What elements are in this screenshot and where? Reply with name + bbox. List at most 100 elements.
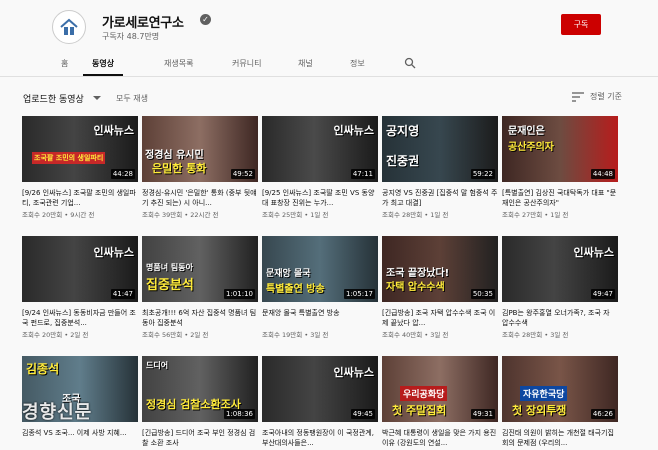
- video-title[interactable]: [9/26 인싸뉴스] 조국팔 조민의 생일파티, 조국관련 기업...: [22, 188, 138, 208]
- thumbnail-caption: 문재앙 몰국: [266, 269, 311, 279]
- video-card[interactable]: 인싸뉴스 49:47 김PB는 왕주홍열 오너가족?, 조국 자 압수수색 조회…: [502, 236, 618, 339]
- video-duration: 49:31: [470, 409, 495, 419]
- tab-channels[interactable]: 채널: [298, 58, 313, 69]
- thumbnail-subcaption: 특별출연 방송: [266, 284, 325, 295]
- video-duration: 49:47: [590, 289, 615, 299]
- video-title[interactable]: 김진태 의원이 밝히는 개천절 태극기집회의 문제점 (우리의...: [502, 428, 618, 448]
- sort-button[interactable]: 정렬 기준: [590, 91, 622, 102]
- video-duration: 1:08:36: [224, 409, 255, 419]
- channel-logo-icon: [60, 18, 78, 35]
- channel-avatar[interactable]: [52, 10, 86, 44]
- video-thumbnail[interactable]: 드디어 정경심 검찰소환조사 1:08:36: [142, 356, 258, 422]
- video-duration: 1:01:10: [224, 289, 255, 299]
- tab-home[interactable]: 홈: [61, 58, 68, 69]
- thumbnail-caption: 인싸뉴스: [93, 124, 134, 137]
- thumbnail-subcaption: 조국팔 조민의 생일파티: [32, 152, 106, 164]
- video-title[interactable]: [특별출연] 김상진 국대탁독가 대표 "문재인은 공산주의자": [502, 188, 618, 208]
- video-card[interactable]: 문재인은 공산주의자 44:48 [특별출연] 김상진 국대탁독가 대표 "문재…: [502, 116, 618, 219]
- video-card[interactable]: 조국 끝장났다! 자택 압수수색 50:35 [긴급방송] 조국 자택 압수수색…: [382, 236, 498, 339]
- thumbnail-subcaption: 진중권: [386, 154, 420, 168]
- video-thumbnail[interactable]: 문재인은 공산주의자 44:48: [502, 116, 618, 182]
- video-thumbnail[interactable]: 정경심 유시민 은밀한 통화 49:52: [142, 116, 258, 182]
- video-thumbnail[interactable]: 공지영 진중권 59:22: [382, 116, 498, 182]
- video-thumbnail[interactable]: 인싸뉴스 49:47: [502, 236, 618, 302]
- tab-about[interactable]: 정보: [350, 58, 365, 69]
- subscribe-button[interactable]: 구독: [561, 14, 601, 35]
- video-thumbnail[interactable]: 조국 끝장났다! 자택 압수수색 50:35: [382, 236, 498, 302]
- video-title[interactable]: 박근혜 대통령이 생일을 맞은 가지 용진 이유 (강원도의 연설...: [382, 428, 498, 448]
- video-meta: 조회수 28만회 • 3일 전: [502, 331, 569, 339]
- video-card[interactable]: 자유한국당 첫 장외투쟁 46:26 김진태 의원이 밝히는 개천절 태극기집회…: [502, 356, 618, 448]
- video-title[interactable]: 조국아내의 정동팽원장이 이 국정관계, 부산대의사들은...: [262, 428, 378, 448]
- video-meta: 조회수 27만회 • 1일 전: [502, 211, 569, 219]
- video-title[interactable]: [긴급방송] 조국 자택 압수수색 조국 이제 끝났다 압...: [382, 308, 498, 328]
- video-thumbnail[interactable]: 인싸뉴스 47:11: [262, 116, 378, 182]
- video-title[interactable]: 최초공개!!! 6억 자산 집중석 명품녀 팀동아 집중분석: [142, 308, 258, 328]
- video-title[interactable]: [긴급방송] 드디어 조국 부인 정경심 검찰 소환 조사: [142, 428, 258, 448]
- video-meta: 조회수 28만회 • 1일 전: [382, 211, 449, 219]
- uploaded-videos-dropdown[interactable]: 업로드한 동영상: [23, 92, 84, 105]
- video-duration: 44:48: [590, 169, 615, 179]
- video-meta: 조회수 39만회 • 22시간 전: [142, 211, 219, 219]
- video-title[interactable]: 공지영 VS 진중권 [집중석 말 험중석 주가 최고 대결]: [382, 188, 498, 208]
- thumbnail-caption: 조국 끝장났다!: [386, 268, 450, 279]
- video-title[interactable]: 김종석 VS 조국... 이제 사방 지혜...: [22, 428, 138, 448]
- video-duration: 49:45: [350, 409, 375, 419]
- video-title[interactable]: [9/25 인싸뉴스] 조국딸 조민 VS 동양대 표창장 진위는 누가...: [262, 188, 378, 208]
- video-meta: 조회수 20만회 • 9시간 전: [22, 211, 95, 219]
- video-title[interactable]: [9/24 인싸뉴스] 동동비자금 만들어 조국 펀드로, 집중분석...: [22, 308, 138, 328]
- thumbnail-caption: 우리공화당: [400, 386, 448, 401]
- video-duration: 1:05:17: [344, 289, 375, 299]
- video-thumbnail[interactable]: 우리공화당 첫 주말집회 49:31: [382, 356, 498, 422]
- thumbnail-caption: 인싸뉴스: [333, 124, 374, 137]
- video-meta: 조회수 25만회 • 1일 전: [262, 211, 329, 219]
- video-title[interactable]: 정경심-유시민 '은밀한' 통화 (중부 뒷얘기 추진 되는) 시 아니...: [142, 188, 258, 208]
- search-icon[interactable]: [404, 57, 416, 69]
- video-card[interactable]: 인싸뉴스 47:11 [9/25 인싸뉴스] 조국딸 조민 VS 동양대 표창장…: [262, 116, 378, 219]
- video-title[interactable]: 김PB는 왕주홍열 오너가족?, 조국 자 압수수색: [502, 308, 618, 328]
- thumbnail-subcaption: 자택 압수수색: [386, 282, 445, 293]
- video-card[interactable]: 정경심 유시민 은밀한 통화 49:52 정경심-유시민 '은밀한' 통화 (중…: [142, 116, 258, 219]
- video-duration: 44:28: [110, 169, 135, 179]
- sort-icon[interactable]: [572, 92, 584, 102]
- thumbnail-subcaption: 은밀한 통화: [152, 162, 207, 175]
- play-all-button[interactable]: 모두 재생: [116, 93, 148, 104]
- thumbnail-caption: 정경심 유시민: [145, 150, 204, 161]
- tab-playlists[interactable]: 재생목록: [164, 58, 193, 69]
- thumbnail-subcaption: 공산주의자: [508, 142, 554, 153]
- video-card[interactable]: 인싸뉴스 41:47 [9/24 인싸뉴스] 동동비자금 만들어 조국 펀드로,…: [22, 236, 138, 339]
- thumbnail-subcaption: 첫 장외투쟁: [512, 404, 567, 417]
- video-thumbnail[interactable]: 인싸뉴스 조국팔 조민의 생일파티 44:28: [22, 116, 138, 182]
- video-card[interactable]: 인싸뉴스 49:45 조국아내의 정동팽원장이 이 국정관계, 부산대의사들은.…: [262, 356, 378, 448]
- video-thumbnail[interactable]: 문재앙 몰국 특별출연 방송 1:05:17: [262, 236, 378, 302]
- active-tab-indicator: [83, 74, 123, 76]
- video-card[interactable]: 문재앙 몰국 특별출연 방송 1:05:17 문재앙 몰국 특별출연 방송 조회…: [262, 236, 378, 339]
- channel-tabs: 홈 동영상 재생목록 커뮤니티 채널 정보: [0, 50, 658, 77]
- video-duration: 50:35: [470, 289, 495, 299]
- video-card[interactable]: 인싸뉴스 조국팔 조민의 생일파티 44:28 [9/26 인싸뉴스] 조국팔 …: [22, 116, 138, 219]
- video-thumbnail[interactable]: 인싸뉴스 49:45: [262, 356, 378, 422]
- video-card[interactable]: 드디어 정경심 검찰소환조사 1:08:36 [긴급방송] 드디어 조국 부인 …: [142, 356, 258, 448]
- tab-community[interactable]: 커뮤니티: [232, 58, 261, 69]
- video-card[interactable]: 공지영 진중권 59:22 공지영 VS 진중권 [집중석 말 험중석 주가 최…: [382, 116, 498, 219]
- video-card[interactable]: 우리공화당 첫 주말집회 49:31 박근혜 대통령이 생일을 맞은 가지 용진…: [382, 356, 498, 448]
- thumbnail-caption: 김종석: [26, 362, 60, 376]
- tab-videos[interactable]: 동영상: [92, 58, 114, 69]
- video-thumbnail[interactable]: 인싸뉴스 41:47: [22, 236, 138, 302]
- video-thumbnail[interactable]: 명품녀 팀동아 집중분석 1:01:10: [142, 236, 258, 302]
- video-duration: 49:52: [230, 169, 255, 179]
- chevron-down-icon[interactable]: [93, 96, 101, 100]
- video-meta: 조회수 20만회 • 2일 전: [22, 331, 89, 339]
- video-card[interactable]: 명품녀 팀동아 집중분석 1:01:10 최초공개!!! 6억 자산 집중석 명…: [142, 236, 258, 339]
- thumbnail-subcaption: 집중분석: [146, 278, 194, 293]
- video-duration: 46:26: [590, 409, 615, 419]
- video-title[interactable]: 문재앙 몰국 특별출연 방송: [262, 308, 378, 328]
- thumbnail-caption: 자유한국당: [520, 386, 568, 401]
- verified-icon: ✓: [200, 14, 211, 25]
- video-thumbnail[interactable]: 자유한국당 첫 장외투쟁 46:26: [502, 356, 618, 422]
- video-meta: 조회수 19만회 • 3일 전: [262, 331, 329, 339]
- thumbnail-subcaption: 첫 주말집회: [392, 404, 447, 417]
- thumbnail-caption: 명품녀 팀동아: [146, 263, 193, 272]
- video-meta: 조회수 40만회 • 3일 전: [382, 331, 449, 339]
- watermark: 경향신문: [22, 402, 93, 423]
